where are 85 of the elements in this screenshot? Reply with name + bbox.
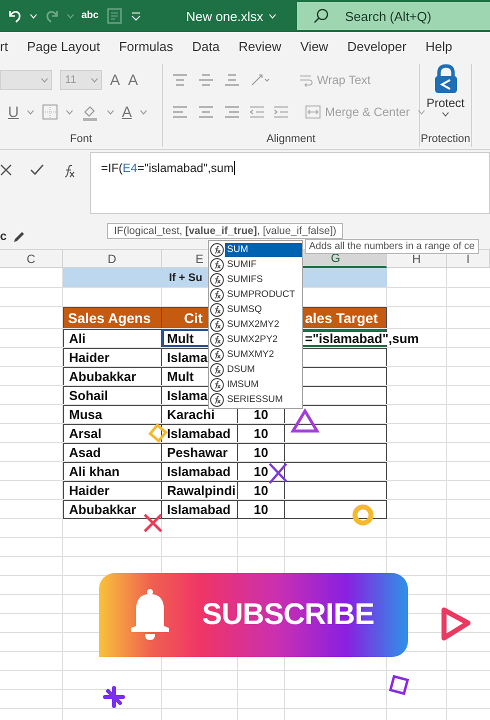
caret-icon[interactable] [442,112,449,117]
ribbon-tab[interactable]: Developer [347,38,406,54]
decrease-indent-icon[interactable] [249,105,265,119]
align-left-icon[interactable] [171,104,189,120]
align-middle-icon[interactable] [197,72,215,88]
triangle-shape [290,408,320,434]
header-cell: Sales Agens [63,307,162,328]
spelling-button[interactable]: abc [80,11,100,21]
ribbon-tab[interactable]: Help [425,38,452,54]
orientation-icon[interactable] [249,72,271,88]
table-cell: Sohail [63,386,162,404]
table-cell: Rawalpindi [162,481,238,499]
align-center-icon[interactable] [197,104,215,120]
table-cell: Abubakkar [63,500,162,519]
table-cell: Musa [63,405,162,423]
table-cell: Peshawar [162,443,238,461]
name-box-text: c [0,229,7,243]
ribbon-tab[interactable]: Page Layout [26,38,100,54]
formula-field[interactable]: =IF(E4="islamabad",sum [90,152,490,214]
search-icon [313,8,329,24]
table-cell: Haider [63,348,162,366]
description-tooltip: Adds all the numbers in a range of ce [305,239,479,254]
function-icon[interactable] [62,164,76,178]
sparkle-shape [102,686,126,708]
group-label: Font [68,133,93,147]
ribbon-tab[interactable]: Review [238,38,282,54]
increase-indent-icon[interactable] [273,105,289,119]
subscribe-banner: SUBSCRIBE [99,573,408,657]
pencil-icon[interactable] [12,231,25,243]
align-bottom-icon[interactable] [223,72,241,88]
function-option[interactable]: SUMPRODUCT [225,288,302,302]
merge-icon [305,105,321,119]
table-cell: Ali [63,329,162,347]
caret-icon[interactable] [140,110,147,114]
cell-edit-text: ="islamabad",sum [305,332,419,345]
table-cell: Islamabad [162,424,238,442]
grow-font-button[interactable]: A [110,72,120,88]
ring-shape [351,503,375,527]
borders-icon[interactable] [42,104,58,120]
ribbon-tab[interactable]: rt [0,38,8,54]
bell-icon [128,588,172,642]
table-cell: Karachi [162,405,238,423]
text-cursor [234,161,235,175]
function-option[interactable]: SUMIFS [225,272,302,286]
table-cell: 10 [238,424,285,442]
play-shape [441,607,471,641]
lock-icon[interactable] [432,64,458,94]
ribbon-tab[interactable]: Data [192,38,220,54]
argument-tooltip: IF(logical_test, [value_if_true], [value_if_false]) [107,223,344,239]
wrap-icon [299,73,313,87]
table-cell: Islamabad [162,500,238,519]
table-cell: Asad [63,443,162,461]
font-name-field[interactable] [0,70,52,90]
group-label: Protection [420,133,471,147]
align-top-icon[interactable] [171,72,189,88]
table-cell: Islamabad [162,462,238,480]
caret-icon[interactable] [26,110,34,114]
column-header[interactable]: C [0,250,63,268]
caret-icon[interactable] [66,110,73,114]
table-cell: Ali khan [63,462,162,480]
group-label: Alignment [266,133,316,147]
form-icon[interactable] [106,7,124,25]
ribbon-tab[interactable]: Formulas [118,38,174,54]
font-color-button[interactable]: A [122,104,132,120]
shrink-font-button[interactable]: A [128,72,138,88]
close-icon[interactable] [0,164,12,176]
table-cell: Abubakkar [63,367,162,385]
cross-shape [142,512,164,534]
align-right-icon[interactable] [223,104,241,120]
table-cell: 10 [238,443,285,461]
file-name[interactable]: New one.xlsx [186,8,264,24]
cross-shape [266,461,290,485]
table-cell: 10 [238,500,285,519]
function-option[interactable]: SUM [225,242,302,256]
caret-icon[interactable] [106,110,114,114]
underline-button[interactable]: U [8,104,19,120]
column-header[interactable]: D [63,250,162,268]
table-cell: Arsal [63,424,162,442]
ribbon-tab[interactable]: View [300,38,328,54]
table-cell: 10 [238,481,285,499]
protect-button[interactable]: Protect [426,96,464,110]
table-cell: Haider [63,481,162,499]
customize-menu-icon[interactable] [130,11,142,21]
check-icon[interactable] [30,164,44,176]
search-field[interactable]: Search (Alt+Q) [297,2,490,30]
